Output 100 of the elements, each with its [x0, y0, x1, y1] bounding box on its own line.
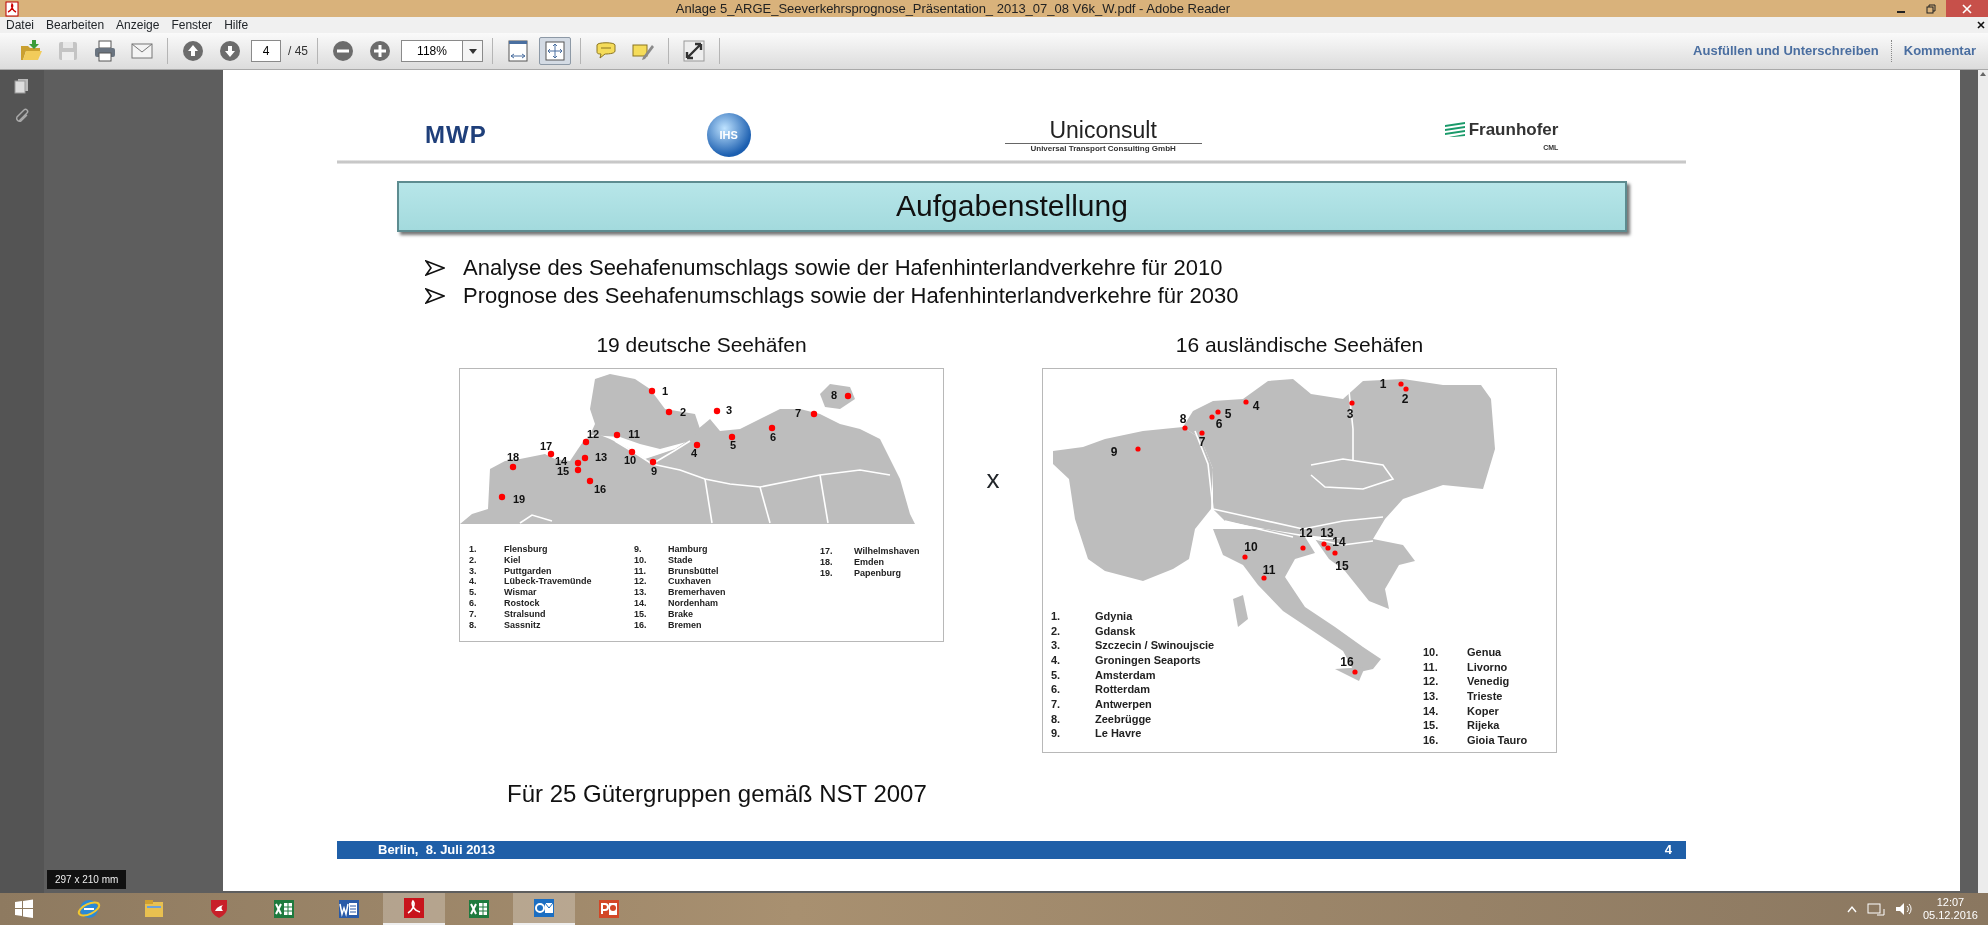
- legend-number: 10.: [1423, 646, 1439, 658]
- page-number-field[interactable]: 4: [251, 40, 281, 62]
- legend-number: 1.: [1051, 610, 1061, 622]
- menu-item[interactable]: Fenster: [165, 17, 219, 33]
- port-marker: [582, 438, 590, 446]
- legend-label: Rijeka: [1467, 719, 1500, 732]
- menu-item[interactable]: Anzeige: [110, 17, 166, 33]
- slide-title: Aufgabenstellung: [397, 181, 1627, 232]
- legend-number: 10.: [634, 554, 647, 565]
- port-marker: [1261, 575, 1267, 581]
- legend-number: 13.: [634, 587, 647, 598]
- marker-label: 2: [1401, 392, 1409, 406]
- bullet-text: Prognose des Seehafenumschlags sowie der Hafenhinterlandverkehre für 2030: [463, 282, 1239, 310]
- legend-label: Venedig: [1467, 675, 1510, 688]
- legend-label: Lübeck-Travemünde: [504, 576, 592, 587]
- marker-label: 6: [769, 431, 777, 443]
- port-marker: [728, 433, 736, 441]
- port-marker: [810, 410, 818, 418]
- legend-number: 3.: [469, 565, 477, 576]
- legend-label: Rotterdam: [1095, 683, 1150, 696]
- minimize-icon: [1897, 11, 1905, 13]
- legend-label: Groningen Seaports: [1095, 653, 1201, 666]
- port-marker: [713, 407, 721, 415]
- spreadsheet-icon: [272, 897, 296, 921]
- marker-label: 12: [1299, 526, 1313, 540]
- legend-number: 1.: [469, 544, 477, 554]
- plus-icon: [368, 39, 392, 63]
- marker-label: 6: [1215, 417, 1223, 431]
- close-button[interactable]: [1946, 0, 1988, 17]
- arrow-up-icon: [181, 39, 205, 63]
- marker-label: 17: [539, 440, 553, 452]
- legend-number: 7.: [1051, 697, 1061, 710]
- legend-label: Nordenham: [668, 598, 718, 608]
- port-marker: [1352, 669, 1358, 675]
- marker-label: 15: [556, 465, 570, 477]
- legend-number: 9.: [634, 544, 642, 554]
- caret-up-icon[interactable]: [1846, 905, 1857, 913]
- volume-icon[interactable]: [1894, 902, 1913, 916]
- marker-label: 16: [1340, 655, 1354, 669]
- menu-item[interactable]: Hilfe: [218, 17, 255, 33]
- logo-text: MWP: [425, 120, 487, 150]
- panel-link[interactable]: Kommentar: [1891, 41, 1988, 61]
- marker-label: 10: [1244, 540, 1258, 554]
- legend-label: Koper: [1467, 704, 1499, 717]
- legend-label: Cuxhaven: [668, 576, 711, 587]
- floppy-icon: [56, 39, 80, 63]
- zoom-field[interactable]: 118%: [401, 40, 463, 62]
- legend-number: 11.: [634, 565, 646, 576]
- paperclip-icon[interactable]: [14, 108, 30, 124]
- legend-label: Genua: [1467, 646, 1502, 658]
- legend-label: Livorno: [1467, 660, 1508, 673]
- legend-label: Amsterdam: [1095, 668, 1156, 681]
- marker-label: 11: [1262, 563, 1276, 577]
- legend-label: Le Havre: [1095, 727, 1142, 740]
- marker-label: 10: [623, 454, 637, 466]
- port-marker: [844, 392, 852, 400]
- legend-label: Trieste: [1467, 689, 1503, 702]
- fit-width-button[interactable]: [539, 37, 571, 65]
- network-icon[interactable]: [1866, 902, 1885, 916]
- legend-label: Bremerhaven: [668, 587, 726, 598]
- minus-icon: [331, 39, 355, 63]
- menu-item[interactable]: Datei: [0, 17, 40, 33]
- map-heading: 19 deutsche Seehäfen: [596, 332, 807, 358]
- legend-label: Rostock: [504, 598, 540, 608]
- mail-icon: [532, 896, 556, 920]
- folder-icon: [19, 39, 43, 63]
- pages-icon[interactable]: [14, 78, 30, 94]
- dropdown-button[interactable]: [463, 40, 483, 62]
- panel-link[interactable]: Ausfüllen und Unterschreiben: [1681, 41, 1891, 61]
- globe-icon: [77, 897, 101, 921]
- legend-number: 2.: [469, 554, 477, 565]
- taskbar-app-button[interactable]: [513, 893, 575, 925]
- logo-subtitle: Universal Transport Consulting GmbH: [1030, 143, 1176, 154]
- marker-label: 7: [1198, 435, 1206, 449]
- marker-label: 11: [628, 428, 640, 440]
- caret-icon: [468, 48, 477, 54]
- marker-label: 5: [1224, 407, 1232, 421]
- marker-label: 8: [1179, 412, 1187, 426]
- port-marker: [613, 431, 621, 439]
- legend-label: Stade: [668, 554, 693, 565]
- menu-item[interactable]: Bearbeiten: [40, 17, 111, 33]
- legend-number: 4.: [469, 576, 477, 587]
- marker-label: 16: [593, 483, 607, 495]
- scrollbar[interactable]: [1978, 70, 1988, 893]
- legend-number: 7.: [469, 608, 477, 619]
- close-icon: [1977, 21, 1985, 29]
- legend-number: 6.: [469, 598, 477, 608]
- restore-icon: [1926, 3, 1936, 14]
- marker-label: 1: [661, 385, 669, 397]
- marker-label: 2: [679, 406, 687, 418]
- logo-text: Uniconsult: [1049, 116, 1157, 143]
- marker-label: 19: [512, 493, 526, 505]
- legend-number: 19.: [820, 567, 833, 578]
- legend-number: 11.: [1423, 660, 1438, 673]
- port-marker: [1349, 400, 1355, 406]
- legend-label: Hamburg: [668, 544, 708, 554]
- marker-label: 3: [1346, 407, 1354, 421]
- marker-label: 9: [650, 465, 658, 477]
- taskbar-app-button[interactable]: [383, 893, 445, 925]
- marker-label: 7: [794, 407, 802, 419]
